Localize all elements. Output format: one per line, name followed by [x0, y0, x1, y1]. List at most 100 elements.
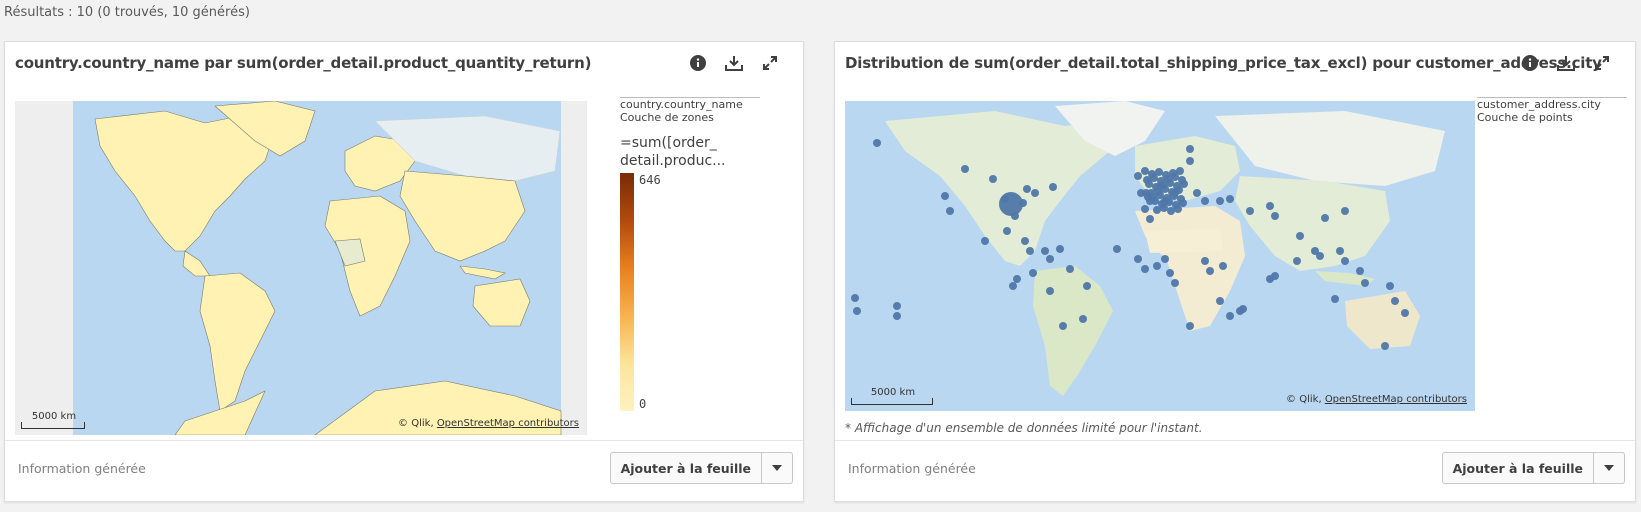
city-point[interactable] [941, 192, 949, 200]
add-to-sheet-button[interactable]: Ajouter à la feuille [611, 453, 762, 483]
legend-dimension: customer_address.city [1477, 98, 1601, 111]
city-point[interactable] [1216, 197, 1224, 205]
city-point[interactable] [1141, 265, 1149, 273]
city-point[interactable] [1356, 267, 1364, 275]
legend-measure-line1: =sum([order_ [620, 135, 717, 151]
info-icon[interactable] [1519, 52, 1541, 74]
city-point[interactable] [1153, 262, 1161, 270]
city-point[interactable] [1361, 279, 1369, 287]
city-point[interactable] [1066, 265, 1074, 273]
download-icon[interactable] [723, 52, 745, 74]
city-point[interactable] [1134, 172, 1142, 180]
city-point[interactable] [1239, 305, 1247, 313]
expand-icon[interactable] [759, 52, 781, 74]
city-point[interactable] [1083, 282, 1091, 290]
city-point-large[interactable] [999, 192, 1023, 216]
city-point[interactable] [1341, 257, 1349, 265]
city-point[interactable] [1201, 197, 1209, 205]
city-point[interactable] [1216, 297, 1224, 305]
city-point[interactable] [1201, 257, 1209, 265]
city-point[interactable] [1153, 206, 1161, 214]
footer-label: Information générée [848, 461, 976, 476]
city-point[interactable] [1141, 167, 1149, 175]
city-point[interactable] [961, 165, 969, 173]
city-point[interactable] [1386, 282, 1394, 290]
city-point[interactable] [1021, 237, 1029, 245]
city-point[interactable] [1146, 197, 1154, 205]
city-point[interactable] [1026, 247, 1034, 255]
world-point-map [845, 101, 1475, 411]
city-point[interactable] [1341, 207, 1349, 215]
point-map[interactable]: 5000 km © Qlik, OpenStreetMap contributo… [845, 101, 1475, 411]
city-point[interactable] [1206, 267, 1214, 275]
city-point[interactable] [1219, 262, 1227, 270]
chevron-down-icon[interactable] [1594, 453, 1624, 483]
city-point[interactable] [1046, 287, 1054, 295]
choropleth-map[interactable]: 5000 km © Qlik, OpenStreetMap contributo… [15, 101, 587, 435]
city-point[interactable] [1161, 255, 1169, 263]
city-point[interactable] [1059, 322, 1067, 330]
city-point[interactable] [893, 302, 901, 310]
city-point[interactable] [893, 312, 901, 320]
osm-attribution-link[interactable]: OpenStreetMap contributors [437, 418, 579, 429]
city-point[interactable] [1023, 185, 1031, 193]
city-point[interactable] [1193, 189, 1201, 197]
city-point[interactable] [1009, 282, 1017, 290]
city-point[interactable] [1113, 245, 1121, 253]
city-point[interactable] [1331, 295, 1339, 303]
city-point[interactable] [1246, 207, 1254, 215]
city-point[interactable] [1226, 312, 1234, 320]
city-point[interactable] [1146, 215, 1154, 223]
city-point[interactable] [1381, 342, 1389, 350]
city-point[interactable] [1041, 247, 1049, 255]
legend-min-value: 0 [639, 397, 647, 411]
city-point[interactable] [1029, 269, 1037, 277]
expand-icon[interactable] [1591, 52, 1613, 74]
city-point[interactable] [873, 139, 881, 147]
city-point[interactable] [1160, 204, 1168, 212]
city-point[interactable] [1401, 309, 1409, 317]
city-point[interactable] [1271, 212, 1279, 220]
city-point[interactable] [1226, 195, 1234, 203]
map-attribution: © Qlik, OpenStreetMap contributors [1286, 394, 1467, 405]
legend-measure: =sum([order_ detail.produc... [620, 134, 760, 170]
city-point[interactable] [1321, 214, 1329, 222]
city-point[interactable] [1336, 247, 1344, 255]
city-point[interactable] [1391, 297, 1399, 305]
city-point[interactable] [1141, 205, 1149, 213]
city-point[interactable] [1266, 202, 1274, 210]
city-point[interactable] [1145, 180, 1153, 188]
map-card-country-returns: country.country_name par sum(order_detai… [4, 41, 804, 502]
city-point[interactable] [1186, 322, 1194, 330]
city-point[interactable] [1166, 269, 1174, 277]
city-point[interactable] [1167, 207, 1175, 215]
city-point[interactable] [1293, 257, 1301, 265]
city-point[interactable] [853, 307, 861, 315]
city-point[interactable] [1171, 279, 1179, 287]
city-point[interactable] [981, 237, 989, 245]
scale-bar [851, 398, 933, 405]
city-point[interactable] [1003, 227, 1011, 235]
city-point[interactable] [1079, 315, 1087, 323]
add-to-sheet-button[interactable]: Ajouter à la feuille [1443, 453, 1594, 483]
city-point[interactable] [1134, 255, 1142, 263]
city-point[interactable] [1174, 205, 1182, 213]
city-point[interactable] [1031, 189, 1039, 197]
osm-attribution-link[interactable]: OpenStreetMap contributors [1325, 394, 1467, 405]
city-point[interactable] [1013, 275, 1021, 283]
city-point[interactable] [1271, 272, 1279, 280]
city-point[interactable] [851, 294, 859, 302]
card-footer: Information générée Ajouter à la feuille [835, 440, 1635, 501]
chevron-down-icon[interactable] [762, 453, 792, 483]
city-point[interactable] [1186, 145, 1194, 153]
city-point[interactable] [1186, 157, 1194, 165]
city-point[interactable] [1056, 245, 1064, 253]
city-point[interactable] [1049, 183, 1057, 191]
info-icon[interactable] [687, 52, 709, 74]
city-point[interactable] [989, 175, 997, 183]
download-icon[interactable] [1555, 52, 1577, 74]
city-point[interactable] [946, 207, 954, 215]
city-point[interactable] [1046, 255, 1054, 263]
city-point[interactable] [1296, 232, 1304, 240]
city-point[interactable] [1316, 252, 1324, 260]
